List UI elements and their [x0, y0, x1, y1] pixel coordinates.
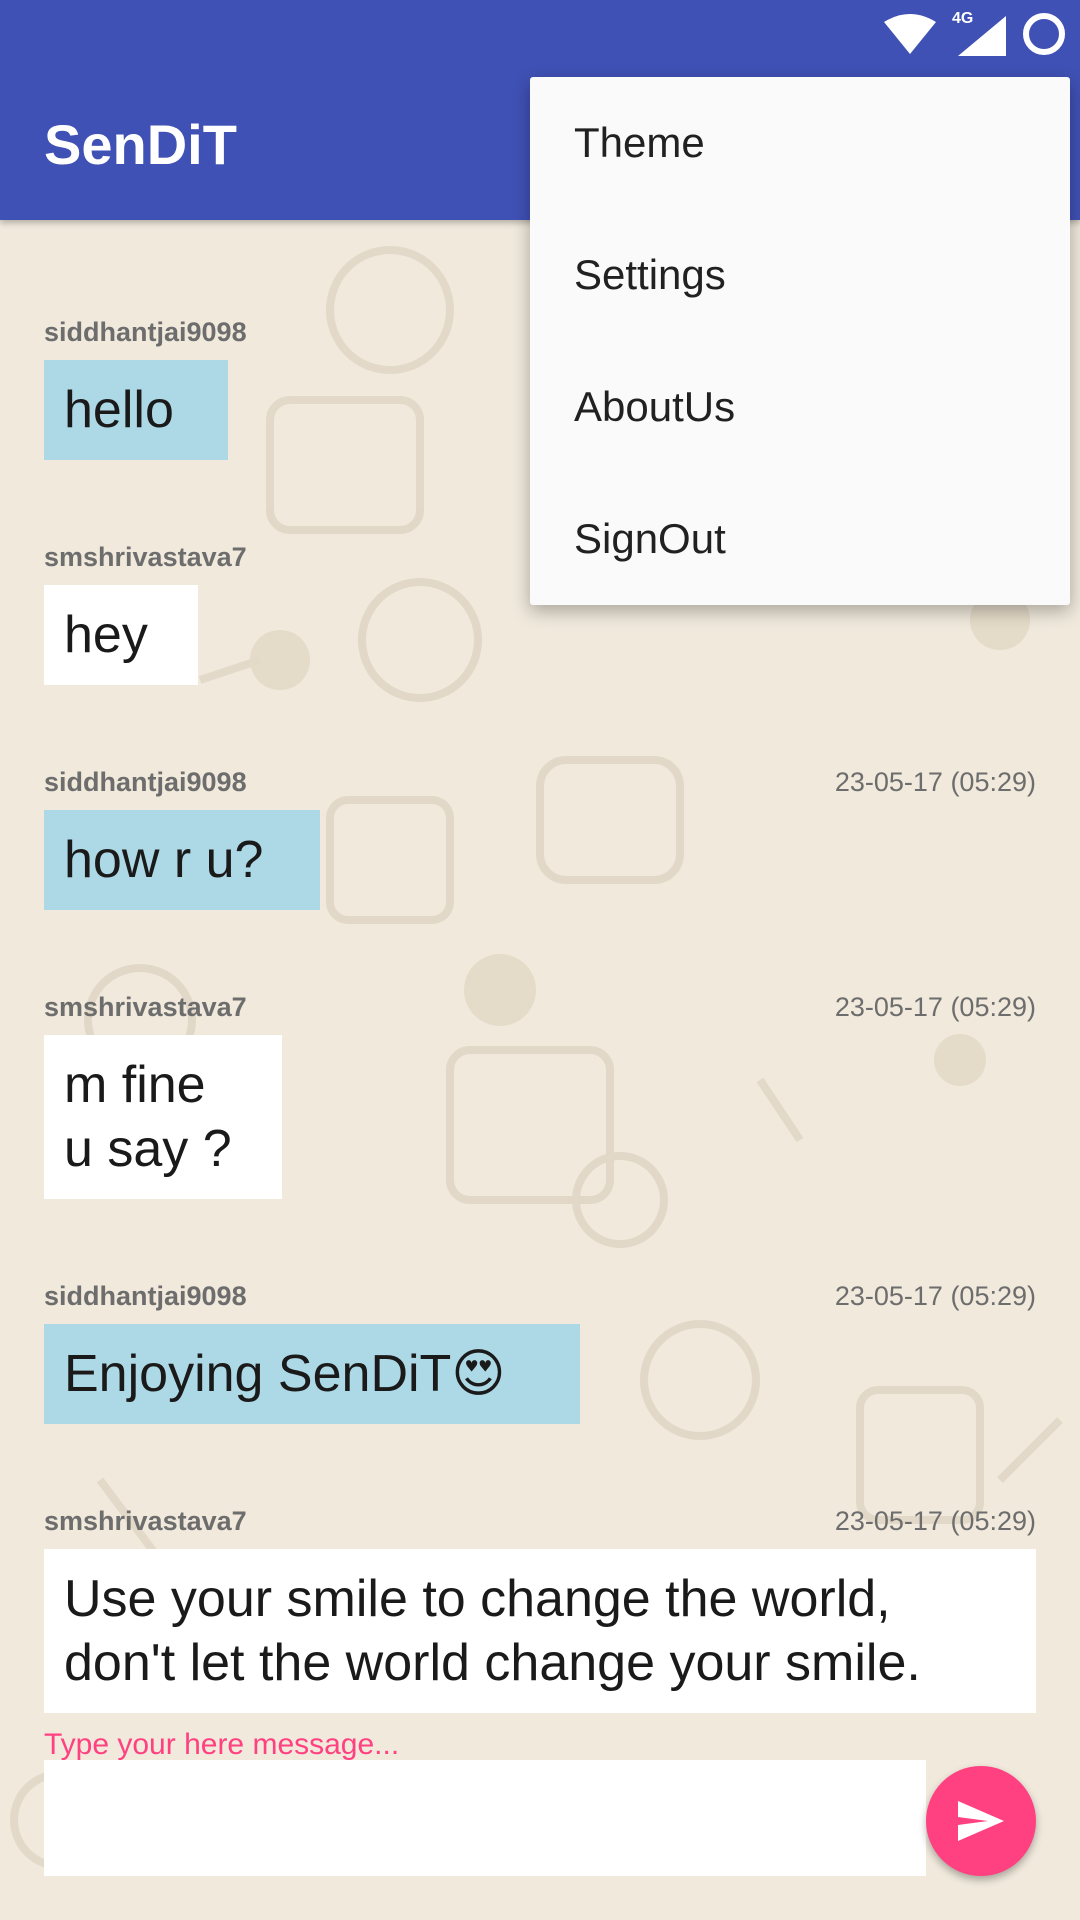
- send-button[interactable]: [926, 1766, 1036, 1876]
- message-bubble[interactable]: Enjoying SenDiT😍: [44, 1324, 580, 1424]
- status-bar: 4G: [884, 10, 1066, 58]
- wifi-icon: [884, 14, 936, 54]
- message-sender: smshrivastava7: [44, 991, 247, 1022]
- menu-item-signout[interactable]: SignOut: [530, 473, 1070, 605]
- overflow-menu: Theme Settings AboutUs SignOut: [530, 77, 1070, 605]
- chat-screen: 4G SenDiT siddhantjai9098 hello smshriva…: [0, 0, 1080, 1920]
- message-bubble[interactable]: how r u?: [44, 810, 320, 910]
- menu-item-aboutus[interactable]: AboutUs: [530, 341, 1070, 473]
- menu-item-theme[interactable]: Theme: [530, 77, 1070, 209]
- message-timestamp: 23-05-17 (05:29): [834, 1505, 1036, 1536]
- message-bubble[interactable]: hey: [44, 585, 198, 685]
- message-sender: smshrivastava7: [44, 541, 247, 572]
- message-item: smshrivastava7 23-05-17 (05:29) m fine u…: [44, 987, 1036, 1199]
- menu-item-settings[interactable]: Settings: [530, 209, 1070, 341]
- message-timestamp: 23-05-17 (05:29): [834, 1280, 1036, 1311]
- message-bubble[interactable]: Use your smile to change the world, don'…: [44, 1549, 1036, 1713]
- message-input-hint: Type your here message...: [44, 1728, 400, 1761]
- message-bubble[interactable]: hello: [44, 360, 228, 460]
- send-icon: [958, 1801, 1004, 1841]
- message-input[interactable]: [44, 1760, 926, 1876]
- cell-signal-icon: 4G: [952, 10, 1006, 56]
- circle-home-icon: [1023, 13, 1065, 55]
- message-sender: siddhantjai9098: [44, 316, 247, 347]
- app-title: SenDiT: [44, 113, 237, 176]
- message-item: siddhantjai9098 23-05-17 (05:29) Enjoyin…: [44, 1276, 1036, 1424]
- message-item: siddhantjai9098 23-05-17 (05:29) how r u…: [44, 762, 1036, 910]
- message-sender: siddhantjai9098: [44, 766, 247, 797]
- message-timestamp: 23-05-17 (05:29): [834, 991, 1036, 1022]
- message-bubble[interactable]: m fine u say ?: [44, 1035, 282, 1199]
- message-item: smshrivastava7 23-05-17 (05:29) Use your…: [44, 1501, 1036, 1713]
- message-timestamp: 23-05-17 (05:29): [834, 766, 1036, 797]
- message-sender: siddhantjai9098: [44, 1280, 247, 1311]
- message-sender: smshrivastava7: [44, 1505, 247, 1536]
- network-type-label: 4G: [952, 10, 974, 27]
